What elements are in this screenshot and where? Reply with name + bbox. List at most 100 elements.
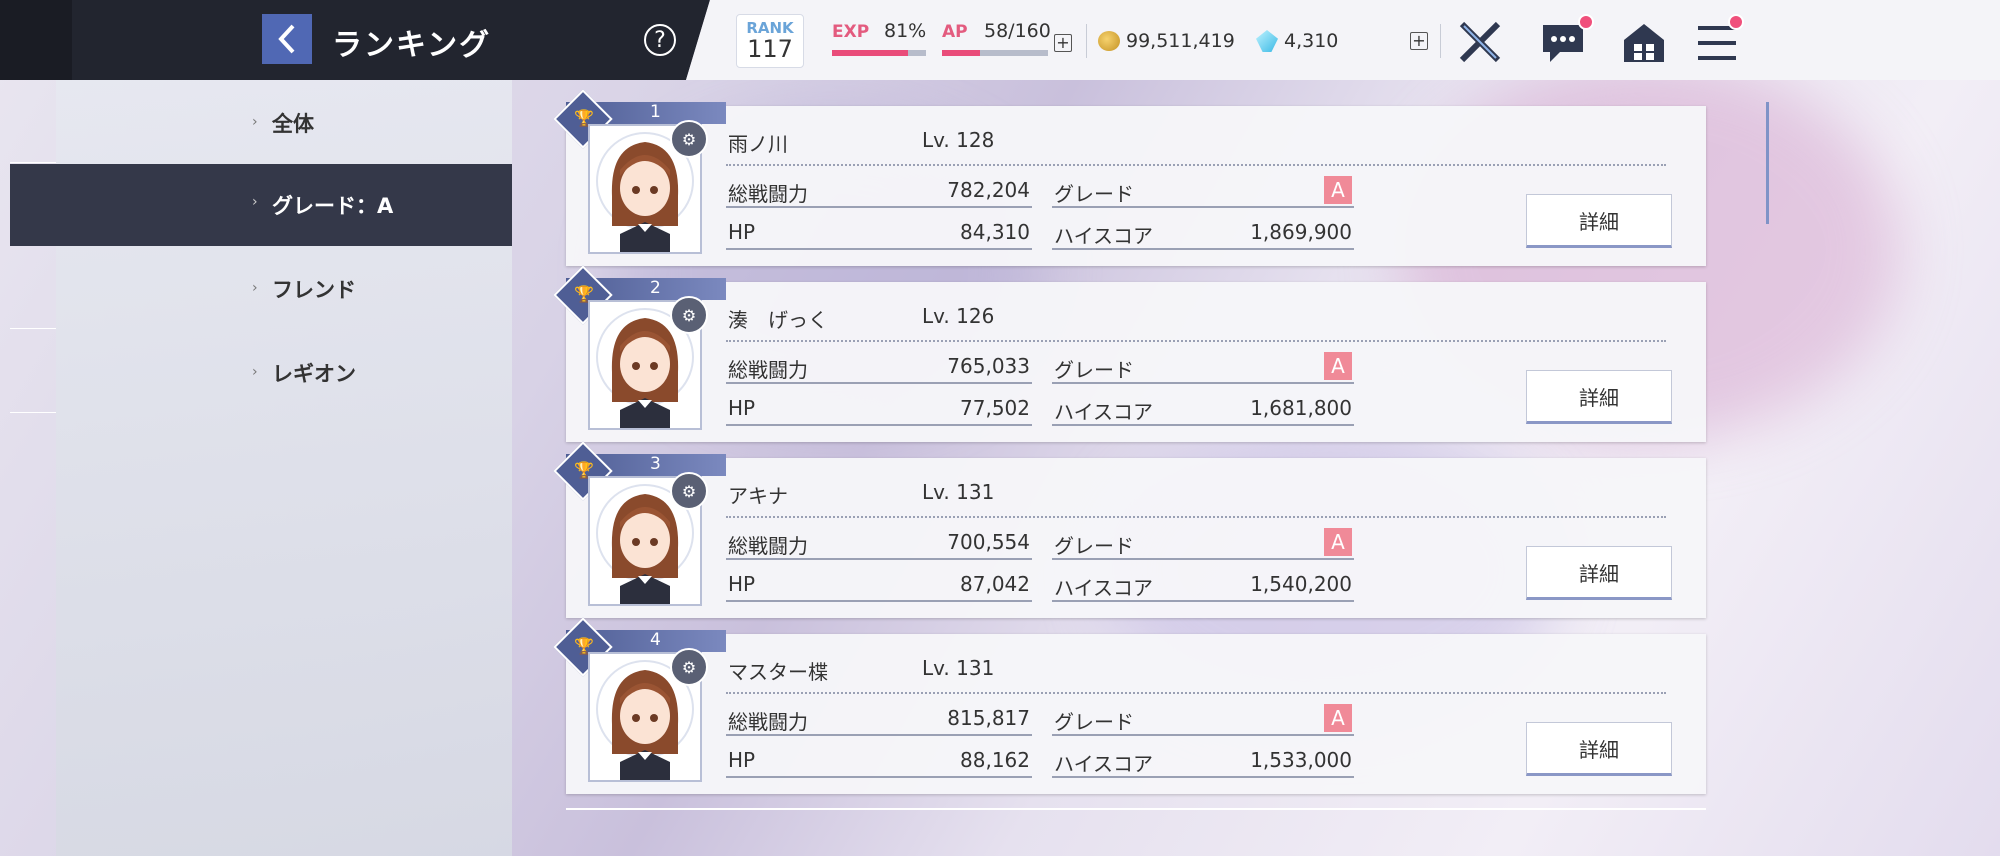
hp-label: HP bbox=[728, 572, 756, 596]
highscore-field: ハイスコア 1,533,000 bbox=[1052, 746, 1354, 778]
sidebar-item-friend[interactable]: › フレンド bbox=[56, 254, 512, 324]
highscore-label: ハイスコア bbox=[1054, 224, 1153, 248]
scrollbar[interactable] bbox=[1766, 102, 1769, 224]
ap-value: 58/160 bbox=[984, 20, 1051, 42]
back-button[interactable] bbox=[262, 14, 312, 64]
highscore-field: ハイスコア 1,540,200 bbox=[1052, 570, 1354, 602]
sidebar: › 全体 › グレード：A › フレンド › レギオン bbox=[10, 80, 512, 856]
battle-swords-icon[interactable] bbox=[1458, 20, 1504, 64]
grade-label: グレード bbox=[1054, 358, 1134, 382]
exp-bar bbox=[832, 50, 926, 56]
grade-field: グレード A bbox=[1052, 352, 1354, 384]
list-bottom-border bbox=[566, 808, 1706, 810]
power-value: 815,817 bbox=[947, 706, 1030, 730]
attribute-icon: ⚙ bbox=[670, 648, 708, 686]
chat-notification-dot bbox=[1578, 14, 1594, 30]
grade-badge: A bbox=[1324, 528, 1352, 556]
hp-value: 88,162 bbox=[960, 748, 1030, 772]
player-name: アキナ bbox=[728, 484, 788, 508]
gem-count: 4,310 bbox=[1284, 30, 1339, 52]
exp-value: 81% bbox=[884, 20, 927, 42]
grade-badge: A bbox=[1324, 176, 1352, 204]
power-field: 総戦闘力 700,554 bbox=[726, 528, 1032, 560]
detail-button[interactable]: 詳細 bbox=[1526, 722, 1672, 776]
chevron-right-icon: › bbox=[252, 364, 258, 380]
grade-label: グレード bbox=[1054, 182, 1134, 206]
sidebar-item-label: レギオン bbox=[272, 362, 356, 386]
attribute-icon: ⚙ bbox=[670, 472, 708, 510]
grade-field: グレード A bbox=[1052, 704, 1354, 736]
sidebar-item-legion[interactable]: › レギオン bbox=[56, 338, 512, 408]
rank-display: RANK 117 bbox=[736, 14, 804, 68]
divider bbox=[726, 164, 1666, 166]
rank-number: 3 bbox=[650, 454, 661, 474]
player-level: Lv. 131 bbox=[922, 480, 995, 504]
detail-button[interactable]: 詳細 bbox=[1526, 370, 1672, 424]
divider bbox=[726, 340, 1666, 342]
hp-field: HP 84,310 bbox=[726, 218, 1032, 250]
hp-field: HP 87,042 bbox=[726, 570, 1032, 602]
ap-plus-button[interactable]: + bbox=[1054, 34, 1072, 52]
exp-label: EXP bbox=[832, 22, 870, 42]
sidebar-item-label: フレンド bbox=[272, 278, 356, 302]
chevron-left-icon bbox=[278, 24, 295, 54]
coin-icon bbox=[1098, 31, 1120, 51]
power-value: 700,554 bbox=[947, 530, 1030, 554]
exp-bar-fill bbox=[832, 50, 909, 56]
coin-count: 99,511,419 bbox=[1126, 30, 1235, 52]
player-name: 湊 げっく bbox=[728, 308, 828, 332]
ranking-card: 1 🏆 ⚙ 雨ノ川 Lv. 128 総戦闘力 782,204 グレード A HP… bbox=[553, 89, 1706, 266]
highscore-value: 1,681,800 bbox=[1250, 396, 1352, 420]
power-label: 総戦闘力 bbox=[728, 710, 808, 734]
menu-icon[interactable] bbox=[1696, 24, 1738, 62]
hp-value: 87,042 bbox=[960, 572, 1030, 596]
power-field: 総戦闘力 815,817 bbox=[726, 704, 1032, 736]
hp-label: HP bbox=[728, 396, 756, 420]
chevron-right-icon: › bbox=[252, 280, 258, 296]
detail-button[interactable]: 詳細 bbox=[1526, 546, 1672, 600]
highscore-field: ハイスコア 1,681,800 bbox=[1052, 394, 1354, 426]
power-label: 総戦闘力 bbox=[728, 358, 808, 382]
grade-label: グレード bbox=[1054, 710, 1134, 734]
highscore-value: 1,533,000 bbox=[1250, 748, 1352, 772]
attribute-icon: ⚙ bbox=[670, 296, 708, 334]
hp-field: HP 77,502 bbox=[726, 394, 1032, 426]
attribute-icon: ⚙ bbox=[670, 120, 708, 158]
chat-icon[interactable] bbox=[1540, 22, 1586, 64]
sidebar-item-grade-a[interactable]: › グレード：A bbox=[10, 164, 512, 246]
player-name: 雨ノ川 bbox=[728, 132, 788, 156]
hp-value: 77,502 bbox=[960, 396, 1030, 420]
player-name: マスター楪 bbox=[728, 660, 828, 684]
divider bbox=[1086, 24, 1087, 58]
player-level: Lv. 128 bbox=[922, 128, 995, 152]
divider bbox=[1440, 24, 1441, 58]
home-icon[interactable] bbox=[1622, 22, 1666, 64]
detail-button[interactable]: 詳細 bbox=[1526, 194, 1672, 248]
grade-field: グレード A bbox=[1052, 528, 1354, 560]
help-icon[interactable]: ? bbox=[644, 24, 676, 56]
power-label: 総戦闘力 bbox=[728, 182, 808, 206]
highscore-field: ハイスコア 1,869,900 bbox=[1052, 218, 1354, 250]
sidebar-divider bbox=[10, 328, 56, 329]
grade-badge: A bbox=[1324, 352, 1352, 380]
hp-label: HP bbox=[728, 220, 756, 244]
ranking-card: 4 🏆 ⚙ マスター楪 Lv. 131 総戦闘力 815,817 グレード A bbox=[553, 617, 1706, 794]
highscore-value: 1,540,200 bbox=[1250, 572, 1352, 596]
power-value: 782,204 bbox=[947, 178, 1030, 202]
chevron-right-icon: › bbox=[252, 194, 258, 210]
ap-bar-fill bbox=[942, 50, 981, 56]
player-level: Lv. 126 bbox=[922, 304, 995, 328]
rank-number: 2 bbox=[650, 278, 661, 298]
menu-notification-dot bbox=[1728, 14, 1744, 30]
gem-plus-button[interactable]: + bbox=[1410, 32, 1428, 50]
sidebar-divider bbox=[10, 162, 56, 163]
power-field: 総戦闘力 782,204 bbox=[726, 176, 1032, 208]
highscore-label: ハイスコア bbox=[1054, 400, 1153, 424]
power-value: 765,033 bbox=[947, 354, 1030, 378]
divider bbox=[726, 516, 1666, 518]
highscore-label: ハイスコア bbox=[1054, 576, 1153, 600]
sidebar-item-all[interactable]: › 全体 bbox=[56, 88, 512, 158]
grade-label: グレード bbox=[1054, 534, 1134, 558]
rank-value: 117 bbox=[747, 35, 793, 63]
highscore-label: ハイスコア bbox=[1054, 752, 1153, 776]
